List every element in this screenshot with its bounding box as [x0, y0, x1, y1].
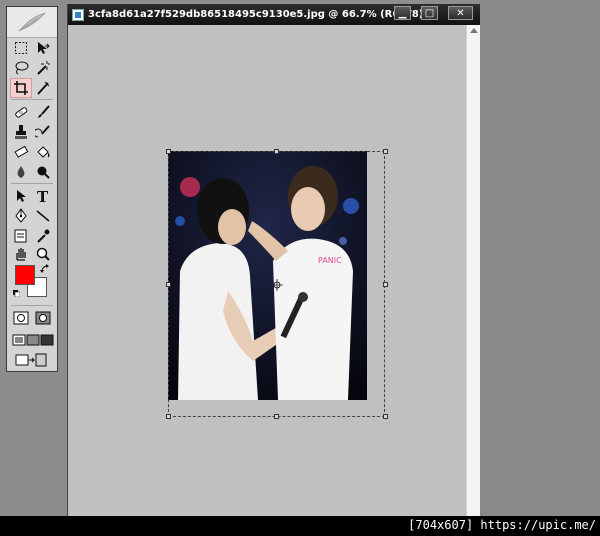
- blur-tool-icon[interactable]: [11, 163, 31, 181]
- dodge-tool-icon[interactable]: [33, 163, 53, 181]
- toolbox-divider: [11, 183, 53, 184]
- eyedropper-tool-icon[interactable]: [33, 227, 53, 245]
- crop-tool-icon[interactable]: [10, 78, 32, 98]
- workspace-background: [480, 0, 600, 516]
- document-title: 3cfa8d61a27f529db86518495c9130e5.jpg @ 6…: [88, 9, 424, 20]
- photo-image: PANIC: [168, 151, 367, 400]
- default-colors-icon[interactable]: [13, 290, 20, 297]
- watermark-bar: [704x607] https://upic.me/: [0, 516, 600, 536]
- pen-tool-icon[interactable]: [11, 207, 31, 225]
- document-window: 3cfa8d61a27f529db86518495c9130e5.jpg @ 6…: [67, 4, 480, 516]
- move-tool-icon[interactable]: [33, 39, 53, 57]
- feather-logo-icon: [18, 12, 47, 32]
- marquee-tool-icon[interactable]: [11, 39, 31, 57]
- toolbox-divider: [11, 305, 53, 306]
- path-selection-tool-icon[interactable]: [11, 187, 31, 205]
- swap-colors-icon[interactable]: [40, 264, 50, 274]
- tools-palette: T: [6, 6, 58, 372]
- svg-text:T: T: [37, 188, 49, 204]
- watermark-text: [704x607] https://upic.me/: [408, 518, 596, 532]
- notes-tool-icon[interactable]: [11, 227, 31, 245]
- scroll-up-icon[interactable]: [470, 28, 478, 33]
- transform-handle-top-center[interactable]: [274, 149, 279, 154]
- palette-header[interactable]: [7, 7, 57, 38]
- lasso-tool-icon[interactable]: [11, 59, 31, 77]
- hand-tool-icon[interactable]: [11, 245, 31, 263]
- screen-mode-full-icon[interactable]: [37, 331, 57, 349]
- transform-handle-top-left[interactable]: [166, 149, 171, 154]
- toolbox-divider: [11, 99, 53, 100]
- healing-brush-tool-icon[interactable]: [11, 103, 31, 121]
- shirt-text: PANIC: [318, 256, 342, 265]
- transform-handle-top-right[interactable]: [383, 149, 388, 154]
- history-brush-tool-icon[interactable]: [33, 123, 53, 141]
- brush-tool-icon[interactable]: [33, 103, 53, 121]
- vertical-scrollbar[interactable]: [466, 25, 480, 516]
- slice-tool-icon[interactable]: [33, 79, 53, 97]
- jump-to-imageready-icon[interactable]: [11, 351, 51, 369]
- close-button[interactable]: ✕: [448, 6, 473, 20]
- maximize-button[interactable]: □: [421, 6, 438, 20]
- photo-illustration: PANIC: [168, 151, 367, 400]
- paint-bucket-tool-icon[interactable]: [33, 143, 53, 161]
- clone-stamp-tool-icon[interactable]: [11, 123, 31, 141]
- foreground-color-swatch[interactable]: [15, 265, 35, 285]
- standard-mode-icon[interactable]: [11, 309, 31, 327]
- canvas-area[interactable]: PANIC: [68, 25, 466, 516]
- minimize-button[interactable]: ▁: [394, 6, 411, 20]
- transform-handle-bottom-center[interactable]: [274, 414, 279, 419]
- transform-handle-middle-right[interactable]: [383, 282, 388, 287]
- type-tool-icon[interactable]: T: [33, 187, 53, 205]
- document-icon: [72, 8, 84, 21]
- transform-handle-middle-left[interactable]: [166, 282, 171, 287]
- magic-wand-tool-icon[interactable]: [33, 59, 53, 77]
- desktop-background: T 3cfa8d61a27f529db86518495c9130e5.jpg @…: [0, 0, 600, 536]
- transform-handle-bottom-left[interactable]: [166, 414, 171, 419]
- line-tool-icon[interactable]: [33, 207, 53, 225]
- document-title-bar[interactable]: 3cfa8d61a27f529db86518495c9130e5.jpg @ 6…: [68, 4, 480, 25]
- transform-center-point-icon[interactable]: [271, 279, 283, 291]
- eraser-tool-icon[interactable]: [11, 143, 31, 161]
- quick-mask-mode-icon[interactable]: [33, 309, 53, 327]
- zoom-tool-icon[interactable]: [33, 245, 53, 263]
- transform-handle-bottom-right[interactable]: [383, 414, 388, 419]
